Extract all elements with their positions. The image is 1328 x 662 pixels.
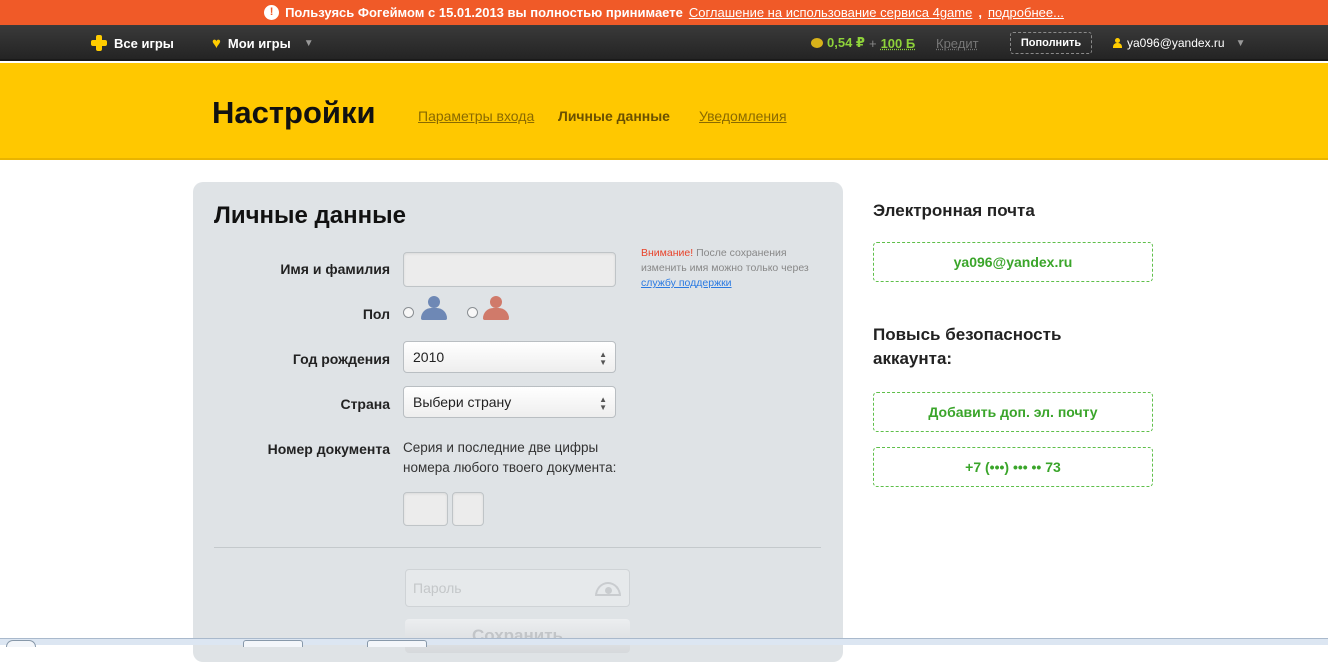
name-warning-note: Внимание! После сохранения изменить имя … <box>641 246 831 291</box>
add-email-button[interactable]: Добавить доп. эл. почту <box>873 392 1153 432</box>
body-shape <box>421 308 447 320</box>
document-hint-line2: номера любого твоего документа: <box>403 460 617 475</box>
user-menu[interactable]: ya096@yandex.ru ▼ <box>1112 25 1245 61</box>
tab-login-params[interactable]: Параметры входа <box>418 108 534 124</box>
credit-link[interactable]: Кредит <box>936 25 979 61</box>
more-link[interactable]: подробнее... <box>988 5 1064 20</box>
document-digits-input[interactable] <box>452 492 484 526</box>
security-title-line1: Повысь безопасность <box>873 325 1062 344</box>
notice-comma: , <box>978 5 982 20</box>
balance-value: 0,54 ₽ <box>827 35 865 50</box>
top-nav: Все игры ♥ Мои игры ▼ 0,54 ₽ + 100 Б Кре… <box>0 25 1328 61</box>
heart-icon: ♥ <box>212 34 221 52</box>
gender-label: Пол <box>362 306 390 322</box>
document-hint-line1: Серия и последние две цифры <box>403 440 599 455</box>
taskbar-button[interactable] <box>243 640 303 647</box>
plus-icon <box>91 35 107 51</box>
page-title: Настройки <box>212 95 376 130</box>
birth-year-label: Год рождения <box>292 351 390 367</box>
email-section-title: Электронная почта <box>873 201 1035 220</box>
updown-icon: ▲ ▼ <box>599 350 607 367</box>
taskbar <box>0 638 1328 647</box>
notice-bar: ! Пользуясь Фогеймом с 15.01.2013 вы пол… <box>0 0 1328 25</box>
personal-data-panel: Личные данные Имя и фамилия Внимание! По… <box>193 182 843 662</box>
country-label: Страна <box>340 396 390 412</box>
all-games-label: Все игры <box>114 35 174 51</box>
save-button[interactable]: Сохранить <box>405 619 630 653</box>
page-header: Настройки Параметры входа Личные данные … <box>0 63 1328 160</box>
tab-notifications[interactable]: Уведомления <box>699 108 787 124</box>
security-title-line2: аккаунта: <box>873 349 953 368</box>
name-label: Имя и фамилия <box>280 261 390 277</box>
birth-year-value: 2010 <box>413 349 445 365</box>
note-warning: Внимание! <box>641 247 694 259</box>
chevron-down-icon: ▼ <box>303 37 314 49</box>
gender-male-radio[interactable] <box>403 307 414 318</box>
security-title: Повысь безопасность аккаунта: <box>873 323 1061 371</box>
updown-icon: ▲ ▼ <box>599 395 607 412</box>
password-input[interactable]: Пароль <box>405 569 630 607</box>
document-label: Номер документа <box>267 441 390 457</box>
my-games-button[interactable]: ♥ Мои игры ▼ <box>212 25 314 61</box>
user-email: ya096@yandex.ru <box>1127 36 1225 50</box>
email-value-box[interactable]: ya096@yandex.ru <box>873 242 1153 282</box>
warning-icon: ! <box>264 5 280 20</box>
eye-icon[interactable] <box>595 582 621 596</box>
password-placeholder: Пароль <box>413 580 462 596</box>
birth-year-select[interactable]: 2010 ▲ ▼ <box>403 341 616 373</box>
topup-button[interactable]: Пополнить <box>1010 32 1092 54</box>
head-shape <box>428 296 440 308</box>
head-shape <box>490 296 502 308</box>
support-link[interactable]: службу поддержки <box>641 277 732 289</box>
document-hint: Серия и последние две цифры номера любог… <box>403 438 616 478</box>
female-avatar-icon <box>482 296 510 322</box>
country-select[interactable]: Выбери страну ▲ ▼ <box>403 386 616 418</box>
balance-block[interactable]: 0,54 ₽ + 100 Б <box>811 25 915 61</box>
panel-title: Личные данные <box>214 202 406 229</box>
agreement-link[interactable]: Соглашение на использование сервиса 4gam… <box>689 5 973 20</box>
country-value: Выбери страну <box>413 394 512 410</box>
gender-female-radio[interactable] <box>467 307 478 318</box>
chevron-down-icon: ▼ <box>1235 37 1246 49</box>
taskbar-button[interactable] <box>367 640 427 647</box>
start-button[interactable] <box>6 640 36 647</box>
divider <box>214 547 821 548</box>
body-shape <box>483 308 509 320</box>
plus-sign: + <box>868 35 877 51</box>
male-avatar-icon <box>420 296 448 322</box>
all-games-button[interactable]: Все игры <box>91 25 174 61</box>
user-icon <box>1112 37 1122 49</box>
name-input[interactable] <box>403 252 616 287</box>
coin-icon <box>811 38 823 48</box>
phone-button[interactable]: +7 (•••) ••• •• 73 <box>873 447 1153 487</box>
bonus-value: 100 Б <box>880 35 916 51</box>
tab-personal-data[interactable]: Личные данные <box>558 108 670 124</box>
my-games-label: Мои игры <box>227 35 291 51</box>
credit-label: Кредит <box>936 35 979 51</box>
document-series-input[interactable] <box>403 492 448 526</box>
notice-text: Пользуясь Фогеймом с 15.01.2013 вы полно… <box>285 5 683 20</box>
